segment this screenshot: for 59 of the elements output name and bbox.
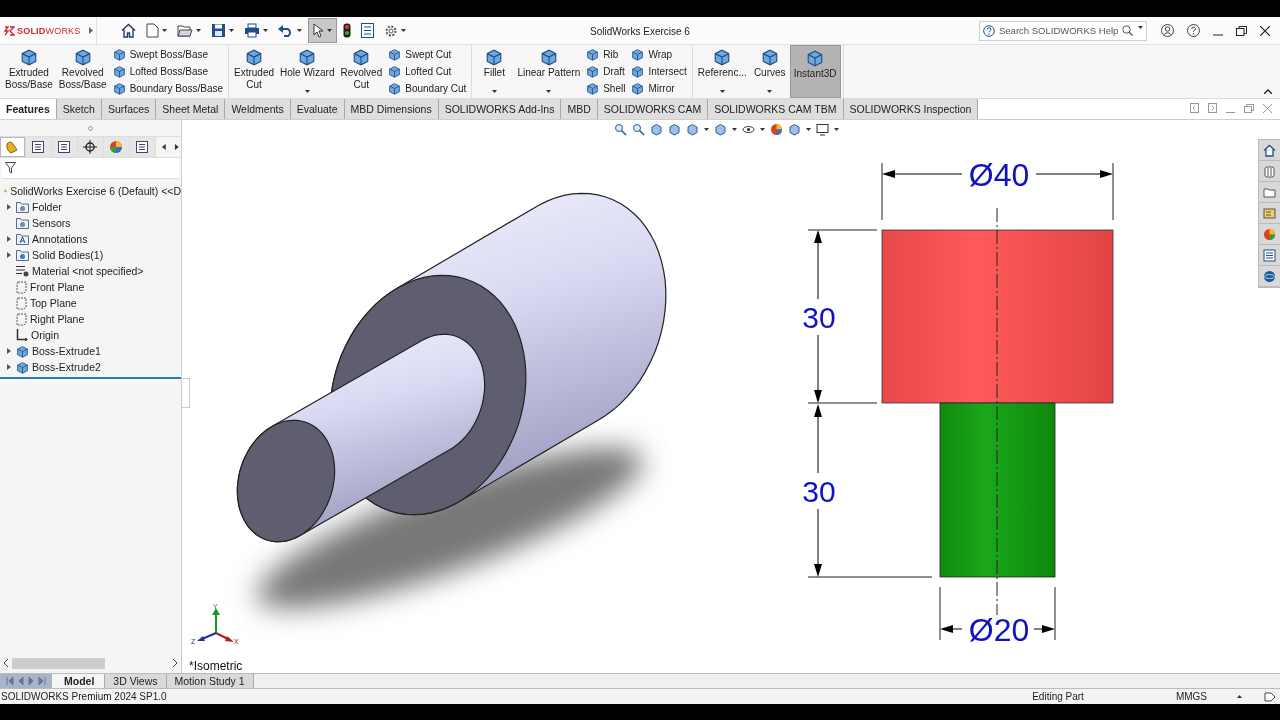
tree-item[interactable]: SolidWorks Exercise 6 (Default) <<D bbox=[10, 185, 181, 197]
command-tab[interactable]: Sketch bbox=[56, 99, 102, 119]
tree-item[interactable]: Material <not specified> bbox=[32, 265, 144, 277]
ribbon-button[interactable]: Linear Pattern bbox=[514, 45, 584, 98]
app-logo: SOLIDWORKS bbox=[17, 25, 81, 36]
tree-item[interactable]: Right Plane bbox=[30, 313, 85, 325]
tree-item[interactable]: Sensors bbox=[32, 217, 71, 229]
command-tab[interactable]: SOLIDWORKS CAM bbox=[597, 99, 709, 119]
ribbon-button[interactable]: Rib bbox=[586, 48, 626, 61]
dimension-text: 30 bbox=[802, 301, 836, 334]
ribbon-button[interactable]: Intersect bbox=[631, 65, 687, 78]
ribbon-button[interactable]: Instant3D bbox=[789, 45, 841, 98]
ribbon-button[interactable]: Boundary Boss/Base bbox=[112, 82, 223, 95]
tree-item[interactable]: Boss-Extrude1 bbox=[32, 345, 101, 357]
ribbon-button[interactable]: Draft bbox=[586, 65, 626, 78]
tree-item[interactable]: Boss-Extrude2 bbox=[32, 361, 101, 373]
ribbon-button[interactable]: Boundary Cut bbox=[388, 82, 467, 95]
ribbon-button[interactable]: Extruded Cut bbox=[231, 45, 278, 98]
tree-item[interactable]: Folder bbox=[32, 201, 62, 213]
status-text: SOLIDWORKS Premium 2024 SP1.0 bbox=[1, 691, 167, 702]
ribbon-button[interactable]: Shell bbox=[586, 82, 626, 95]
ribbon-button[interactable]: Curves bbox=[749, 45, 790, 98]
command-tab[interactable]: Surfaces bbox=[101, 99, 157, 119]
command-tab[interactable]: SOLIDWORKS CAM TBM bbox=[708, 99, 844, 119]
ribbon-button[interactable]: Swept Cut bbox=[388, 48, 467, 61]
document-tab[interactable]: 3D Views bbox=[105, 674, 167, 688]
dimension-text: 30 bbox=[802, 475, 836, 508]
dimension-text: Ø40 bbox=[968, 157, 1030, 193]
command-tab[interactable]: MBD Dimensions bbox=[344, 99, 439, 119]
tree-item[interactable]: Solid Bodies(1) bbox=[32, 249, 104, 261]
window-title: SolidWorks Exercise 6 bbox=[590, 25, 690, 37]
command-tab[interactable]: Evaluate bbox=[290, 99, 345, 119]
ribbon-button[interactable]: Fillet bbox=[474, 45, 515, 98]
ribbon-button[interactable]: Extruded Boss/Base bbox=[2, 45, 56, 98]
document-tab[interactable]: Motion Study 1 bbox=[166, 674, 254, 688]
tree-item[interactable]: Front Plane bbox=[30, 281, 85, 293]
status-text: Editing Part bbox=[1032, 691, 1084, 702]
ribbon-button[interactable]: Lofted Cut bbox=[388, 65, 467, 78]
command-tab[interactable]: MBD bbox=[561, 99, 598, 119]
view-name: *Isometric bbox=[189, 659, 243, 673]
command-tab[interactable]: SOLIDWORKS Inspection bbox=[843, 99, 979, 119]
ribbon-button[interactable]: Hole Wizard bbox=[277, 45, 338, 98]
ribbon-button[interactable]: Mirror bbox=[631, 82, 687, 95]
ribbon-button[interactable]: Wrap bbox=[631, 48, 687, 61]
document-tab[interactable]: Model bbox=[52, 674, 106, 688]
ribbon-button[interactable]: Revolved Boss/Base bbox=[55, 45, 110, 98]
tree-item[interactable]: Top Plane bbox=[30, 297, 77, 309]
command-tab[interactable]: Weldments bbox=[225, 99, 291, 119]
command-tab[interactable]: Sheet Metal bbox=[156, 99, 226, 119]
dimension-text: Ø20 bbox=[968, 612, 1030, 648]
units-selector[interactable]: MMGS bbox=[1175, 691, 1207, 702]
ribbon-button[interactable]: Swept Boss/Base bbox=[112, 48, 223, 61]
ribbon-button[interactable]: Revolved Cut bbox=[337, 45, 386, 98]
tree-item[interactable]: Annotations bbox=[32, 233, 88, 245]
tree-item[interactable]: Origin bbox=[31, 329, 59, 341]
ribbon-button[interactable]: Lofted Boss/Base bbox=[112, 65, 223, 78]
search-field[interactable]: Search SOLIDWORKS Help bbox=[979, 20, 1147, 41]
command-tab[interactable]: SOLIDWORKS Add-Ins bbox=[438, 99, 562, 119]
ribbon-button[interactable]: Referenc... bbox=[694, 45, 750, 98]
